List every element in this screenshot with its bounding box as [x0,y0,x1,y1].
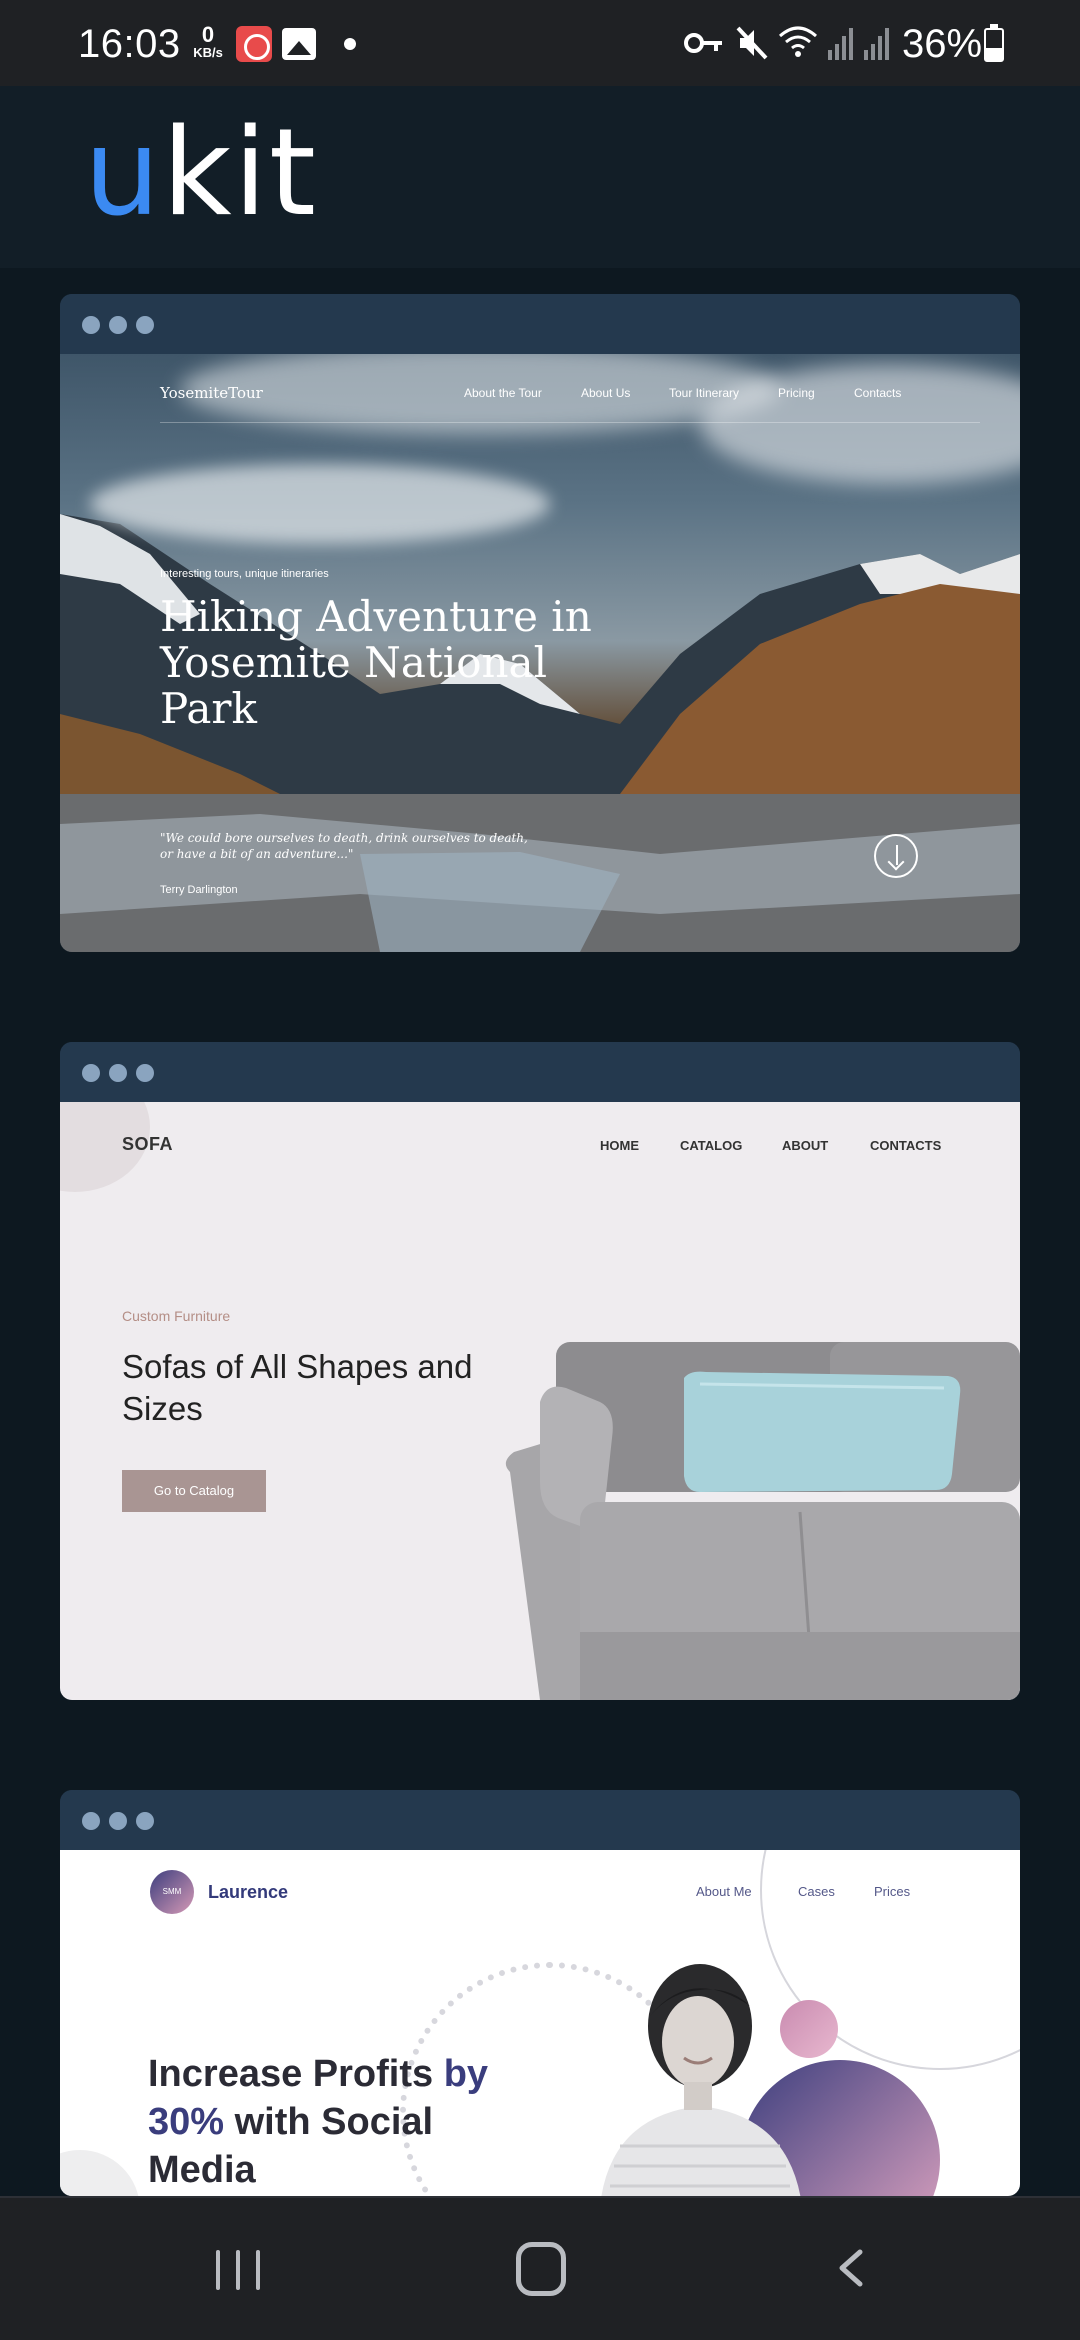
app-notification-icon [236,26,272,62]
yosemite-author: Terry Darlington [160,884,238,896]
window-dot-icon [109,1064,127,1082]
sofa-nav-item: CATALOG [680,1138,743,1153]
laurence-title: Increase Profits by 30% with Social Medi… [148,2050,508,2194]
system-nav-bar [0,2196,1080,2340]
yosemite-nav-item: About the Tour [464,386,542,400]
template-card-yosemite[interactable]: YosemiteTour About the Tour About Us Tou… [60,294,1020,952]
mute-icon [736,26,768,60]
wifi-icon [779,26,817,57]
laurence-nav-item: Cases [798,1884,835,1899]
battery-percent: 36% [902,22,983,66]
home-button[interactable] [516,2242,566,2296]
battery-icon [984,24,1004,62]
laurence-nav-item: About Me [696,1884,752,1899]
browser-bar [60,294,1020,354]
network-speed: 0 KB/s [190,22,226,60]
recents-icon [216,2250,220,2290]
browser-bar [60,1042,1020,1102]
sofa-brand: SOFA [122,1134,174,1154]
window-dot-icon [82,1812,100,1830]
template-preview: SMM Laurence About Me Cases Prices Incre… [60,1850,1020,2196]
sofa-nav-item: CONTACTS [870,1138,942,1153]
gallery-icon [282,28,316,60]
app-header: ukit [0,86,1080,268]
sofa-title: Sofas of All Shapes and Sizes [122,1348,473,1427]
window-dot-icon [136,1064,154,1082]
yosemite-nav-item: Contacts [854,386,902,400]
decorative-blob [60,2150,140,2196]
network-speed-value: 0 [201,22,215,47]
divider [160,422,980,423]
status-time: 16:03 [78,22,181,66]
yosemite-brand: YosemiteTour [160,384,263,402]
dot-icon [344,38,356,50]
window-dot-icon [82,316,100,334]
browser-bar [60,1790,1020,1850]
signal-icon [828,28,853,60]
yosemite-nav-item: About Us [581,386,631,400]
title-part: Increase Profits [148,2053,444,2095]
window-dot-icon [109,316,127,334]
recents-button[interactable] [216,2250,262,2290]
scroll-down-icon [874,834,918,878]
yosemite-nav-item: Pricing [778,386,815,400]
yosemite-title: Hiking Adventure in Yosemite National Pa… [160,592,592,733]
yosemite-kicker: Interesting tours, unique itineraries [160,568,329,580]
sofa-kicker: Custom Furniture [122,1308,231,1324]
sofa-image [505,1342,1020,1700]
go-to-catalog-button: Go to Catalog [122,1470,266,1512]
sofa-nav-item: ABOUT [782,1138,829,1153]
window-dot-icon [109,1812,127,1830]
portrait-image [601,1964,801,2196]
back-button[interactable] [832,2248,872,2288]
template-card-laurence[interactable]: SMM Laurence About Me Cases Prices Incre… [60,1790,1020,2196]
logo-rest: kit [162,104,318,243]
yosemite-nav-item: Tour Itinerary [669,386,740,400]
laurence-nav-item: Prices [874,1884,911,1899]
window-dot-icon [136,1812,154,1830]
status-bar: 16:03 0 KB/s 36% [0,0,1080,86]
window-dot-icon [136,316,154,334]
network-speed-unit: KB/s [193,45,223,60]
recents-icon [236,2250,240,2290]
template-card-sofa[interactable]: SOFA HOME CATALOG ABOUT CONTACTS Custom … [60,1042,1020,1700]
laurence-logo-badge: SMM [150,1870,194,1914]
signal-icon-2 [864,28,889,60]
template-preview: YosemiteTour About the Tour About Us Tou… [60,354,1020,952]
template-preview: SOFA HOME CATALOG ABOUT CONTACTS Custom … [60,1102,1020,1700]
sofa-nav-item: HOME [600,1138,639,1153]
window-dot-icon [82,1064,100,1082]
ukit-logo[interactable]: ukit [84,114,318,234]
key-icon [684,33,722,53]
logo-accent: u [84,104,163,243]
recents-icon [256,2250,260,2290]
cloud [90,464,550,544]
yosemite-quote: "We could bore ourselves to death, drink… [160,831,528,861]
laurence-brand: Laurence [208,1882,289,1902]
